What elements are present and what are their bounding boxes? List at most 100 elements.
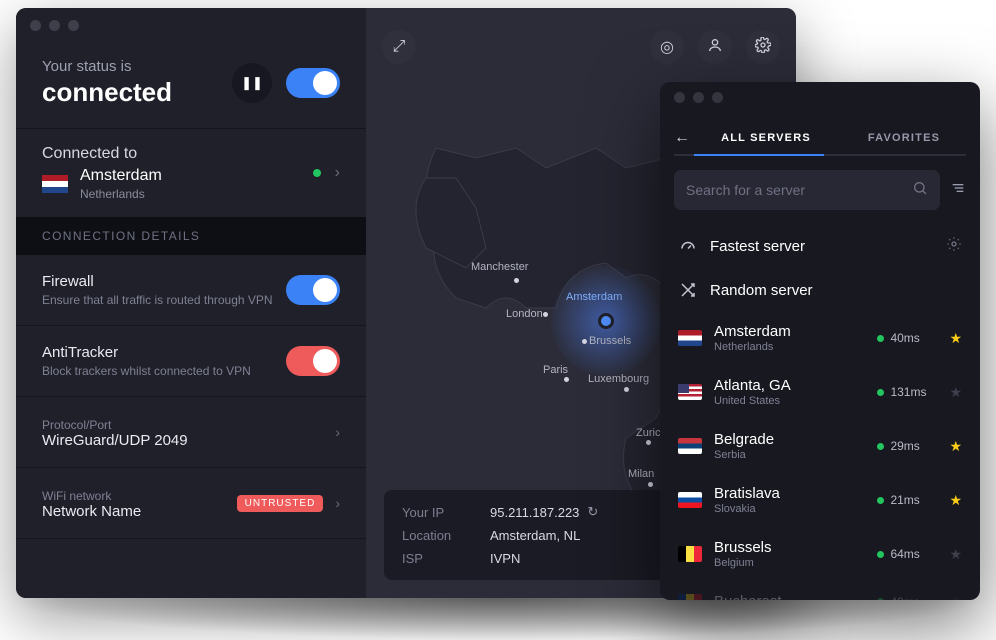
fastest-server-item[interactable]: Fastest server — [660, 224, 980, 269]
firewall-desc: Ensure that all traffic is routed throug… — [42, 293, 274, 307]
chevron-right-icon: › — [335, 164, 340, 182]
favorite-button[interactable]: ★ — [949, 546, 962, 563]
server-city: Belgrade — [714, 431, 865, 448]
favorite-button[interactable]: ★ — [949, 438, 962, 455]
search-input[interactable] — [686, 182, 902, 198]
firewall-toggle[interactable] — [286, 275, 340, 305]
firewall-row: Firewall Ensure that all traffic is rout… — [16, 255, 366, 326]
untrusted-badge: UNTRUSTED — [237, 495, 324, 512]
wifi-label: WiFi network — [42, 489, 225, 503]
server-item[interactable]: BelgradeSerbia 29ms ★ — [660, 419, 980, 473]
pause-icon: ❚❚ — [241, 75, 263, 91]
minimize-icon[interactable] — [693, 92, 704, 103]
settings-button[interactable] — [746, 30, 780, 64]
maximize-icon[interactable] — [68, 20, 79, 31]
map-label-paris: Paris — [543, 364, 568, 376]
favorite-button[interactable]: ★ — [949, 492, 962, 509]
status-dot-icon — [877, 497, 884, 504]
connection-toggle[interactable] — [286, 68, 340, 98]
info-panel: Your IP 95.211.187.223 ↻ Location Amster… — [384, 490, 684, 580]
server-city: Bratislava — [714, 485, 865, 502]
pause-button[interactable]: ❚❚ — [232, 63, 272, 103]
connected-to-label: Connected to — [42, 145, 299, 163]
isp-value: IVPN — [490, 551, 520, 566]
protocol-value: WireGuard/UDP 2049 — [42, 432, 323, 449]
map-label-london: London — [506, 308, 543, 320]
server-item[interactable]: Atlanta, GAUnited States131ms★ — [660, 365, 980, 419]
server-city: Bucharest — [714, 593, 865, 600]
maximize-icon[interactable] — [712, 92, 723, 103]
status-dot-icon — [877, 335, 884, 342]
user-icon — [707, 37, 723, 58]
flag-icon — [42, 175, 68, 193]
status-dot-icon — [877, 443, 884, 450]
refresh-button[interactable]: ↻ — [587, 504, 598, 520]
star-icon: ★ — [949, 438, 962, 454]
favorite-button[interactable]: ★ — [949, 593, 962, 600]
traffic-lights — [674, 92, 723, 103]
firewall-title: Firewall — [42, 273, 274, 290]
server-country: Serbia — [714, 449, 865, 461]
minimize-icon[interactable] — [49, 20, 60, 31]
flag-icon — [678, 546, 702, 562]
map-label-manchester: Manchester — [471, 261, 528, 273]
map-label-luxembourg: Luxembourg — [588, 373, 649, 385]
server-latency: 29ms — [877, 439, 937, 453]
close-icon[interactable] — [30, 20, 41, 31]
servers-window: ← ALL SERVERS FAVORITES Fastest server — [660, 82, 980, 600]
gear-icon — [755, 37, 771, 58]
flag-icon — [678, 594, 702, 601]
tab-all-servers[interactable]: ALL SERVERS — [704, 122, 828, 154]
location-pin-icon[interactable] — [598, 313, 614, 329]
connected-to-row[interactable]: Connected to Amsterdam Netherlands › — [16, 129, 366, 217]
close-icon[interactable] — [674, 92, 685, 103]
random-server-item[interactable]: Random server — [660, 269, 980, 311]
map-label-brussels: Brussels — [589, 335, 631, 347]
antitracker-toggle[interactable] — [286, 346, 340, 376]
status-dot-icon — [877, 389, 884, 396]
server-item[interactable]: Bucharest49ms★ — [660, 581, 980, 600]
collapse-icon: ⤢ — [393, 38, 406, 56]
collapse-button[interactable]: ⤢ — [382, 30, 416, 64]
server-country: Slovakia — [714, 503, 865, 515]
favorite-button[interactable]: ★ — [949, 384, 962, 401]
sidebar: Your status is connected ❚❚ Connected to — [16, 8, 366, 598]
protocol-label: Protocol/Port — [42, 418, 323, 432]
server-latency: 64ms — [877, 547, 937, 561]
server-item[interactable]: BrusselsBelgium64ms★ — [660, 527, 980, 581]
back-button[interactable]: ← — [674, 129, 690, 147]
refresh-icon: ↻ — [587, 504, 598, 519]
antitracker-title: AntiTracker — [42, 344, 274, 361]
flag-icon — [678, 384, 702, 400]
wifi-row[interactable]: WiFi network Network Name UNTRUSTED › — [16, 468, 366, 539]
server-item[interactable]: AmsterdamNetherlands40ms★ — [660, 311, 980, 365]
filter-button[interactable] — [950, 180, 966, 201]
status-value: connected — [42, 77, 172, 108]
arrow-left-icon: ← — [674, 129, 690, 146]
location-value: Amsterdam, NL — [490, 528, 580, 543]
search-box[interactable] — [674, 170, 940, 210]
protocol-row[interactable]: Protocol/Port WireGuard/UDP 2049 › — [16, 397, 366, 468]
server-city: Amsterdam — [714, 323, 865, 340]
filter-icon — [950, 180, 966, 200]
favorite-button[interactable]: ★ — [949, 330, 962, 347]
status-lead: Your status is — [42, 58, 172, 75]
server-country: Netherlands — [714, 341, 865, 353]
fastest-settings-button[interactable] — [946, 236, 962, 257]
isp-label: ISP — [402, 551, 482, 566]
server-country: United States — [714, 395, 865, 407]
location-button[interactable]: ◎ — [650, 30, 684, 64]
search-icon — [912, 180, 928, 201]
chevron-right-icon: › — [335, 424, 340, 440]
gear-icon — [946, 239, 962, 256]
connected-city: Amsterdam — [80, 167, 162, 185]
server-item[interactable]: BratislavaSlovakia21ms★ — [660, 473, 980, 527]
flag-icon — [678, 438, 702, 454]
traffic-lights — [30, 20, 79, 31]
shuffle-icon — [678, 281, 698, 299]
ip-value: 95.211.187.223 — [490, 505, 579, 520]
tab-favorites[interactable]: FAVORITES — [842, 122, 966, 154]
account-button[interactable] — [698, 30, 732, 64]
location-label: Location — [402, 528, 482, 543]
server-latency: 131ms — [877, 385, 937, 399]
